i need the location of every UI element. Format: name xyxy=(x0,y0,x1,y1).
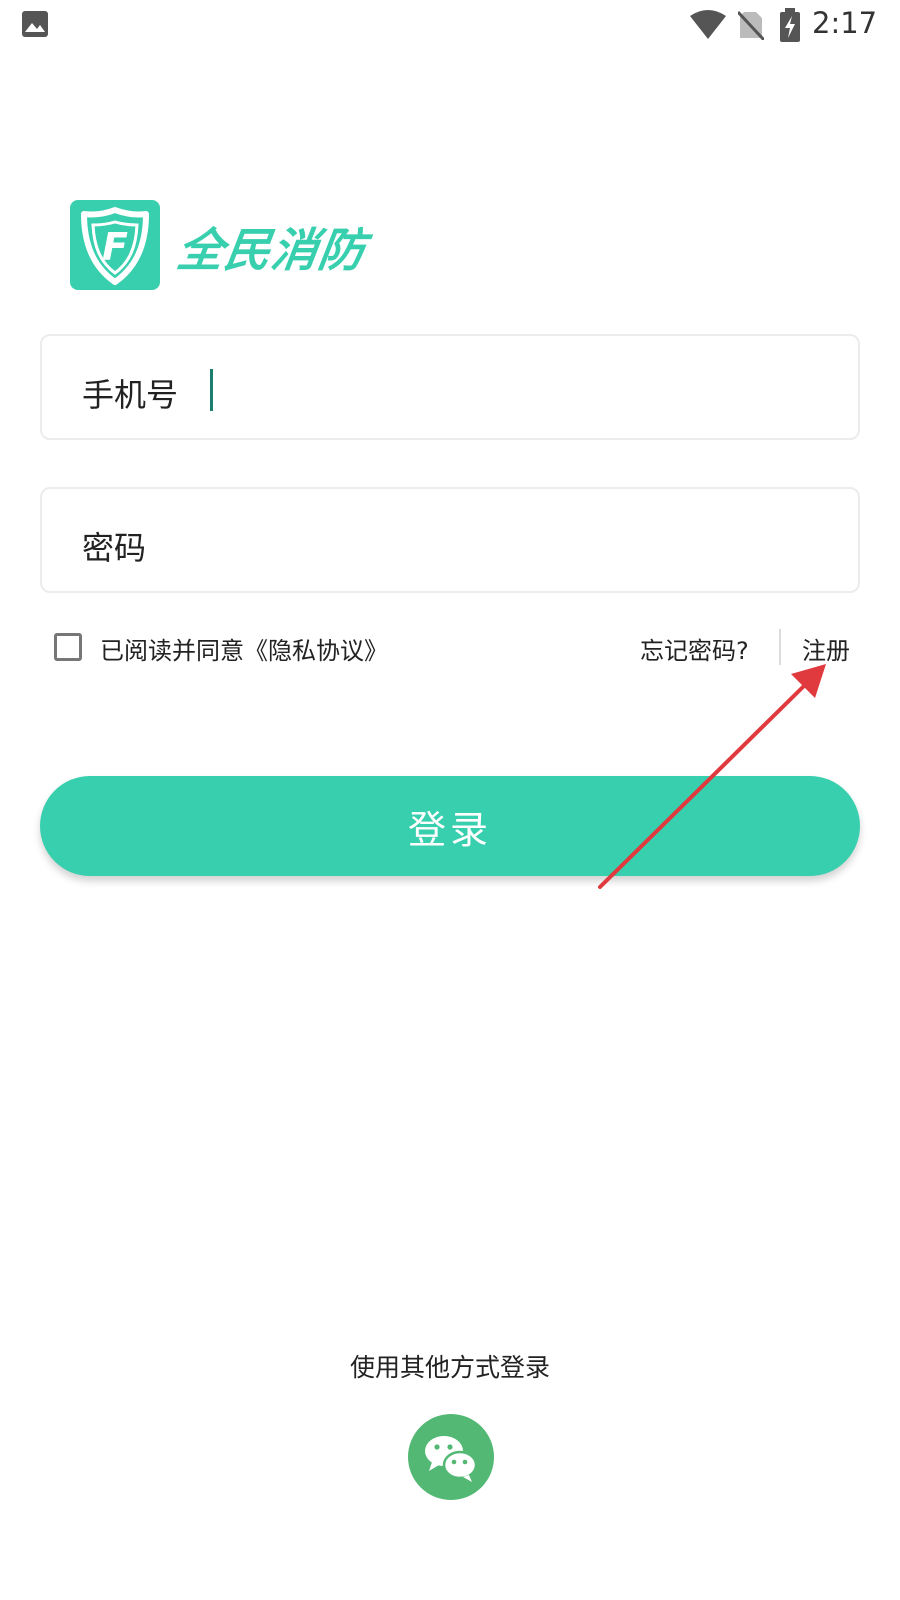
no-sim-icon xyxy=(736,10,766,44)
status-time: 2:17 xyxy=(812,6,878,40)
shield-icon: F xyxy=(81,207,149,285)
app-name: 全民消防 xyxy=(173,223,370,277)
privacy-agreement-text[interactable]: 已阅读并同意《隐私协议》 xyxy=(100,631,388,666)
password-field[interactable]: 密码 xyxy=(40,487,860,593)
register-link[interactable]: 注册 xyxy=(802,631,850,666)
text-cursor xyxy=(210,369,213,411)
phone-label: 手机号 xyxy=(82,376,179,414)
phone-field[interactable]: 手机号 xyxy=(40,334,860,440)
login-button[interactable]: 登录 xyxy=(40,776,860,876)
login-screen: 2:17 F 全民消防 手机号 密码 已阅读并同意《隐私协议》 忘记密码? 注册… xyxy=(0,0,900,1600)
image-icon xyxy=(22,11,48,41)
forgot-password-link[interactable]: 忘记密码? xyxy=(640,631,749,666)
status-bar: 2:17 xyxy=(0,0,900,48)
app-logo: F xyxy=(70,200,160,290)
link-divider xyxy=(779,629,781,665)
phone-input[interactable] xyxy=(207,356,827,420)
logo-letter: F xyxy=(102,225,128,269)
wifi-icon xyxy=(690,10,726,44)
password-input[interactable] xyxy=(152,509,832,573)
password-label: 密码 xyxy=(82,529,147,567)
battery-charging-icon xyxy=(779,8,801,46)
other-login-label: 使用其他方式登录 xyxy=(349,1353,550,1382)
agree-checkbox[interactable] xyxy=(54,633,82,661)
wechat-login-button[interactable] xyxy=(408,1414,494,1500)
wechat-icon xyxy=(425,1436,478,1482)
